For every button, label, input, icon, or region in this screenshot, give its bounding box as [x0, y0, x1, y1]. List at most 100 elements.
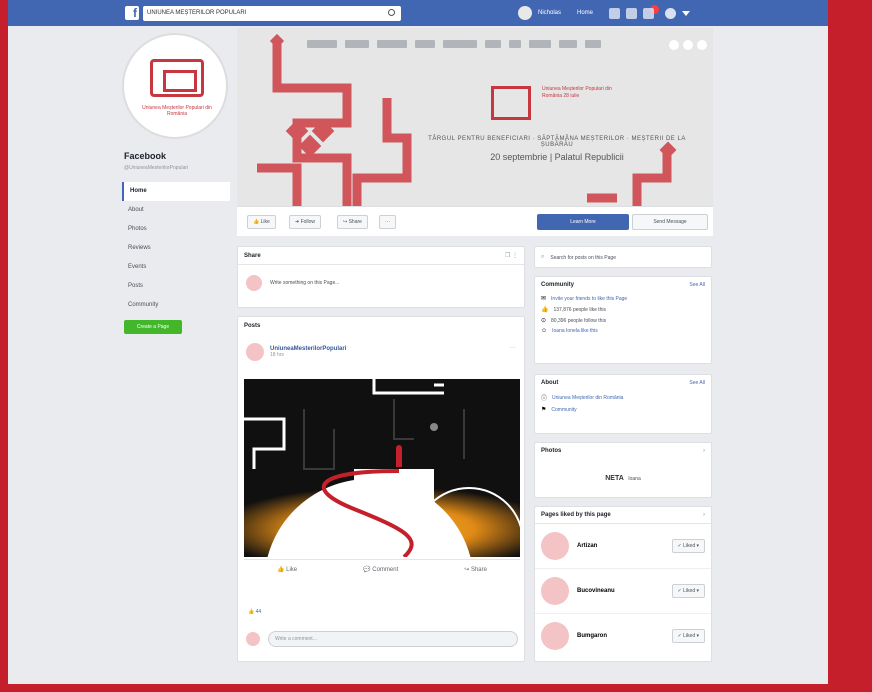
nav-item-posts[interactable]: Posts [122, 277, 230, 296]
community-item-likes: 137,876 people like this [553, 306, 607, 313]
create-post-card: Share ❐ ⋮ Write something on this Page..… [237, 246, 525, 308]
page-handle[interactable]: @UniuneaMesterilorPopulari [124, 165, 188, 171]
create-post-title[interactable]: Share [244, 253, 261, 259]
about-item-category[interactable]: Community [551, 407, 576, 413]
community-card: Community See All ✉ Invite your friends t… [534, 276, 712, 364]
tag-icon: ⚑ [541, 407, 547, 413]
about-see-all-link[interactable]: See All [689, 380, 705, 386]
liked-page-action-label: Liked [683, 633, 696, 639]
top-navbar: f UNIUNEA MEȘTERILOR POPULARI Nicholas H… [8, 0, 828, 26]
follow-icon: ⊙ [541, 318, 547, 324]
commenter-avatar [246, 632, 260, 646]
page-avatar [246, 275, 262, 291]
post-share-button[interactable]: ↪ Share [464, 560, 487, 579]
post-like-button[interactable]: 👍 Like [277, 560, 297, 579]
post-actions-bar: 👍 Like 💬 Comment ↪ Share [244, 559, 520, 579]
search-text: UNIUNEA MEȘTERILOR POPULARI [147, 10, 247, 16]
liked-chevron-icon[interactable]: › [703, 512, 705, 518]
post-image[interactable] [244, 379, 520, 557]
sponsor-logos [307, 40, 601, 48]
liked-page-button[interactable]: ✓ Liked ▾ [671, 584, 705, 598]
liked-page-button[interactable]: ✓ Liked ▾ [671, 629, 705, 643]
facebook-logo-icon[interactable]: f [125, 6, 139, 20]
post-options-icon[interactable]: ··· [510, 345, 516, 351]
nav-item-community[interactable]: Community [122, 296, 230, 315]
liked-page-name[interactable]: Bucovineanu [577, 588, 615, 594]
user-name-link[interactable]: Nicholas [538, 10, 561, 16]
nav-item-home[interactable]: Home [122, 182, 230, 201]
nav-item-about[interactable]: About [122, 201, 230, 220]
chevron-down-icon[interactable] [682, 10, 691, 16]
info-icon: ⓘ [541, 396, 548, 402]
nav-item-reviews[interactable]: Reviews [122, 239, 230, 258]
create-post-input[interactable]: Write something on this Page... [270, 280, 339, 286]
follow-label: Follow [300, 219, 316, 225]
page-side-nav: Home About Photos Reviews Events Posts C… [122, 182, 230, 315]
post-timestamp[interactable]: 18 hrs [270, 352, 346, 358]
topbar-right: Nicholas Home [518, 4, 691, 21]
cover-photo[interactable]: Uniunea Meșterilor Populari din România … [237, 28, 713, 206]
post-comment-label: Comment [372, 567, 399, 573]
liked-page-avatar[interactable] [541, 577, 569, 605]
liked-page-action-label: Liked [683, 543, 696, 549]
red-path-graphic [321, 469, 414, 557]
about-item-org[interactable]: Uniunea Meșterilor din România [552, 395, 623, 401]
notifications-icon[interactable] [643, 7, 655, 19]
community-see-all-link[interactable]: See All [689, 282, 705, 288]
page-logo-icon [150, 59, 204, 97]
search-icon[interactable] [388, 9, 395, 16]
photos-card: Photos › NETA Ioana [534, 442, 712, 498]
post-comment-button[interactable]: 💬 Comment [363, 560, 398, 579]
page-action-bar: 👍 Like ➜ Follow ↪ Share ··· Learn More S… [237, 206, 713, 236]
follow-button[interactable]: ➜ Follow [289, 215, 322, 229]
reaction-count[interactable]: 👍 44 [248, 609, 261, 615]
home-link[interactable]: Home [577, 10, 593, 16]
chevron-right-icon[interactable]: › [703, 448, 705, 454]
liked-page-avatar[interactable] [541, 532, 569, 560]
friends-icon[interactable] [609, 7, 621, 19]
community-item-friends[interactable]: Ioana Ionela like this [552, 328, 598, 334]
help-icon[interactable] [665, 7, 677, 19]
cover-event-title: TÂRGUL PENTRU BENEFICIARI · SĂPTĂMÂNA ME… [428, 136, 686, 148]
post-share-label: Share [470, 567, 487, 573]
share-page-label: Share [348, 219, 362, 225]
liked-page-name[interactable]: Bumgaron [577, 633, 607, 639]
posts-card: Posts UniuneaMesterilorPopulari 18 hrs ·… [237, 316, 525, 662]
post-like-label: Like [286, 567, 298, 573]
comment-input[interactable]: Write a comment... [268, 631, 518, 647]
share-page-button[interactable]: ↪ Share [337, 215, 368, 229]
liked-page-name[interactable]: Artizan [577, 543, 597, 549]
search-input[interactable]: UNIUNEA MEȘTERILOR POPULARI [143, 6, 401, 21]
browser-frame: f UNIUNEA MEȘTERILOR POPULARI Nicholas H… [8, 0, 828, 684]
like-page-button[interactable]: 👍 Like [247, 215, 276, 229]
user-avatar[interactable] [518, 6, 532, 20]
photo-label[interactable]: NETA [605, 475, 624, 482]
about-card: About See All ⓘ Uniunea Meșterilor din Ro… [534, 374, 712, 434]
send-message-button[interactable]: Send Message [632, 214, 708, 230]
photos-title[interactable]: Photos [541, 448, 561, 454]
cover-logo-icon [491, 86, 531, 120]
create-post-icons[interactable]: ❐ ⋮ [505, 252, 518, 259]
liked-page-avatar[interactable] [541, 622, 569, 650]
liked-pages-card: Pages liked by this page › Artizan ✓ Lik… [534, 506, 712, 662]
nav-item-events[interactable]: Events [122, 258, 230, 277]
photo-sublabel: Ioana [628, 476, 641, 482]
liked-page-button[interactable]: ✓ Liked ▾ [671, 539, 705, 553]
create-page-button[interactable]: Create a Page [124, 320, 182, 334]
magnifier-icon: ⌕ [541, 254, 545, 260]
page-search-input[interactable]: Search for posts on this Page [550, 255, 616, 261]
about-title: About [541, 380, 559, 386]
learn-more-button[interactable]: Learn More [537, 214, 629, 230]
page-profile-picture[interactable]: Uniunea Meșterilor Populari din România [122, 33, 228, 139]
like-page-label: Like [260, 219, 270, 225]
friends-like-icon: ☺ [541, 328, 548, 334]
more-button[interactable]: ··· [379, 215, 396, 229]
community-item-invite[interactable]: Invite your friends to like this Page [551, 296, 627, 302]
liked-page-action-label: Liked [683, 588, 696, 594]
logo-caption: Uniunea Meșterilor Populari din România [142, 105, 212, 117]
nav-item-photos[interactable]: Photos [122, 220, 230, 239]
posts-heading: Posts [244, 323, 261, 329]
messages-icon[interactable] [626, 7, 638, 19]
post-author-avatar[interactable] [246, 343, 264, 361]
page-title[interactable]: Facebook [124, 151, 166, 161]
